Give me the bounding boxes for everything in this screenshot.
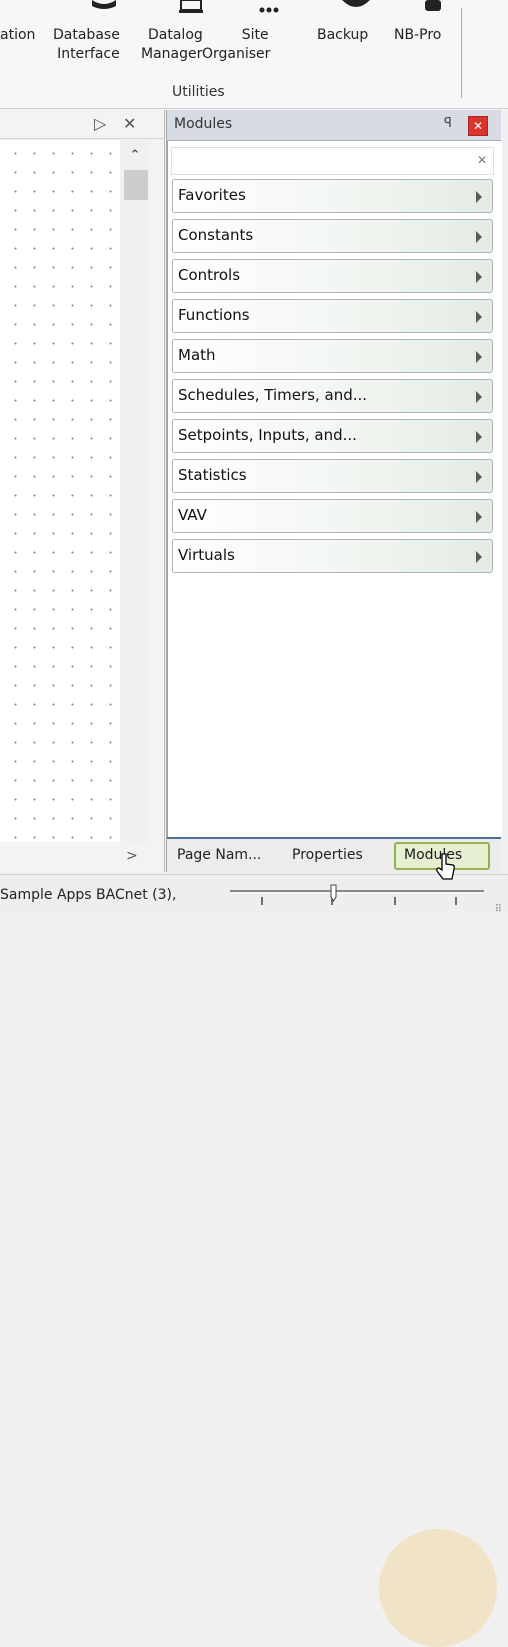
ribbon-button-site-organiser[interactable]: Site Organiser bbox=[202, 26, 270, 64]
expand-arrow-icon bbox=[476, 551, 482, 563]
nb-pro-icon bbox=[425, 0, 441, 11]
category-label: Functions bbox=[178, 306, 250, 324]
scroll-up-icon[interactable]: ⌃ bbox=[121, 148, 149, 163]
status-bar: Sample Apps BACnet (3), ⠿ bbox=[0, 874, 508, 919]
category-label: Constants bbox=[178, 226, 254, 244]
category-item[interactable]: Statistics bbox=[172, 459, 493, 493]
database-interface-icon bbox=[92, 0, 116, 9]
horizontal-scrollbar[interactable]: > bbox=[0, 842, 164, 872]
ribbon-label: Interface bbox=[57, 46, 120, 62]
click-highlight bbox=[379, 1529, 497, 1647]
close-icon[interactable]: ✕ bbox=[123, 114, 136, 133]
category-label: Schedules, Timers, and... bbox=[178, 386, 368, 404]
ribbon-label: NB-Pro bbox=[394, 27, 442, 43]
zoom-slider-icon[interactable] bbox=[228, 883, 486, 913]
ribbon-label: Site bbox=[241, 27, 269, 43]
canvas-pane-header: ▷ ✕ bbox=[0, 110, 164, 139]
close-button[interactable]: ✕ bbox=[468, 116, 488, 136]
expand-arrow-icon bbox=[476, 391, 482, 403]
canvas-pane: ▷ ✕ ⌃ ⌄ > bbox=[0, 110, 165, 872]
mouse-cursor-icon bbox=[436, 853, 455, 880]
category-item[interactable]: VAV bbox=[172, 499, 493, 533]
modules-title-bar: Modules ꟼ ✕ bbox=[167, 110, 501, 141]
expand-arrow-icon bbox=[476, 431, 482, 443]
category-item[interactable]: Virtuals bbox=[172, 539, 493, 573]
expand-arrow-icon bbox=[476, 351, 482, 363]
resize-grip-icon[interactable]: ⠿ bbox=[495, 904, 502, 915]
category-item[interactable]: Setpoints, Inputs, and... bbox=[172, 419, 493, 453]
expand-arrow-icon bbox=[476, 311, 482, 323]
ribbon-label: Organiser bbox=[202, 46, 271, 62]
category-label: Virtuals bbox=[178, 546, 235, 564]
expand-arrow-icon bbox=[476, 191, 482, 203]
vertical-scrollbar[interactable]: ⌃ ⌄ bbox=[121, 140, 149, 868]
close-icon: ✕ bbox=[472, 119, 484, 133]
ribbon-label: Database bbox=[53, 27, 120, 43]
tab-properties[interactable]: Properties bbox=[292, 847, 363, 863]
site-organiser-icon bbox=[259, 7, 279, 13]
modules-list: ✕ Favorites Constants Controls Functions Mat… bbox=[167, 141, 502, 837]
expand-arrow-icon bbox=[476, 471, 482, 483]
expand-arrow-icon bbox=[476, 271, 482, 283]
ribbon-label: Manager bbox=[141, 46, 203, 62]
ribbon-label: Datalog bbox=[148, 27, 203, 43]
category-label: VAV bbox=[178, 506, 207, 524]
ribbon-button-backup[interactable]: Backup bbox=[317, 26, 368, 45]
category-item[interactable]: Constants bbox=[172, 219, 493, 253]
ribbon-group-label: Utilities bbox=[172, 84, 225, 100]
category-label: Favorites bbox=[178, 186, 246, 204]
ribbon: ation Database Interface Datalog Manager… bbox=[0, 0, 508, 109]
pin-icon[interactable]: ꟼ bbox=[444, 116, 452, 131]
category-item[interactable]: Math bbox=[172, 339, 493, 373]
ribbon-label: ation bbox=[0, 27, 36, 43]
ribbon-button-nb-pro[interactable]: NB-Pro bbox=[394, 26, 441, 45]
scroll-right-icon[interactable]: > bbox=[126, 848, 138, 864]
panel-title: Modules bbox=[174, 116, 233, 132]
category-label: Controls bbox=[178, 266, 241, 284]
expand-arrow-icon bbox=[476, 231, 482, 243]
ribbon-label: Backup bbox=[317, 27, 369, 43]
ribbon-button-documentation[interactable]: ation bbox=[0, 26, 35, 45]
ribbon-button-datalog-manager[interactable]: Datalog Manager bbox=[141, 26, 203, 64]
status-text: Sample Apps BACnet (3), bbox=[0, 887, 177, 903]
dock-arrow-icon[interactable]: ▷ bbox=[94, 114, 106, 133]
expand-arrow-icon bbox=[476, 511, 482, 523]
category-item[interactable]: Controls bbox=[172, 259, 493, 293]
category-label: Statistics bbox=[178, 466, 247, 484]
category-label: Setpoints, Inputs, and... bbox=[178, 426, 357, 444]
category-item[interactable]: Favorites bbox=[172, 179, 493, 213]
clear-icon[interactable]: ✕ bbox=[477, 153, 487, 167]
category-item[interactable]: Schedules, Timers, and... bbox=[172, 379, 493, 413]
datalog-manager-icon bbox=[179, 0, 203, 13]
ribbon-button-database-interface[interactable]: Database Interface bbox=[53, 26, 120, 64]
module-search-input[interactable]: ✕ bbox=[171, 147, 494, 175]
backup-icon bbox=[342, 0, 370, 7]
category-item[interactable]: Functions bbox=[172, 299, 493, 333]
drawing-canvas[interactable] bbox=[0, 140, 120, 868]
category-label: Math bbox=[178, 346, 216, 364]
tab-page-names[interactable]: Page Nam... bbox=[177, 847, 261, 863]
scroll-thumb[interactable] bbox=[124, 170, 148, 200]
modules-panel: Modules ꟼ ✕ ✕ Favorites Constants Controls… bbox=[166, 110, 502, 1647]
ribbon-separator bbox=[461, 8, 462, 98]
